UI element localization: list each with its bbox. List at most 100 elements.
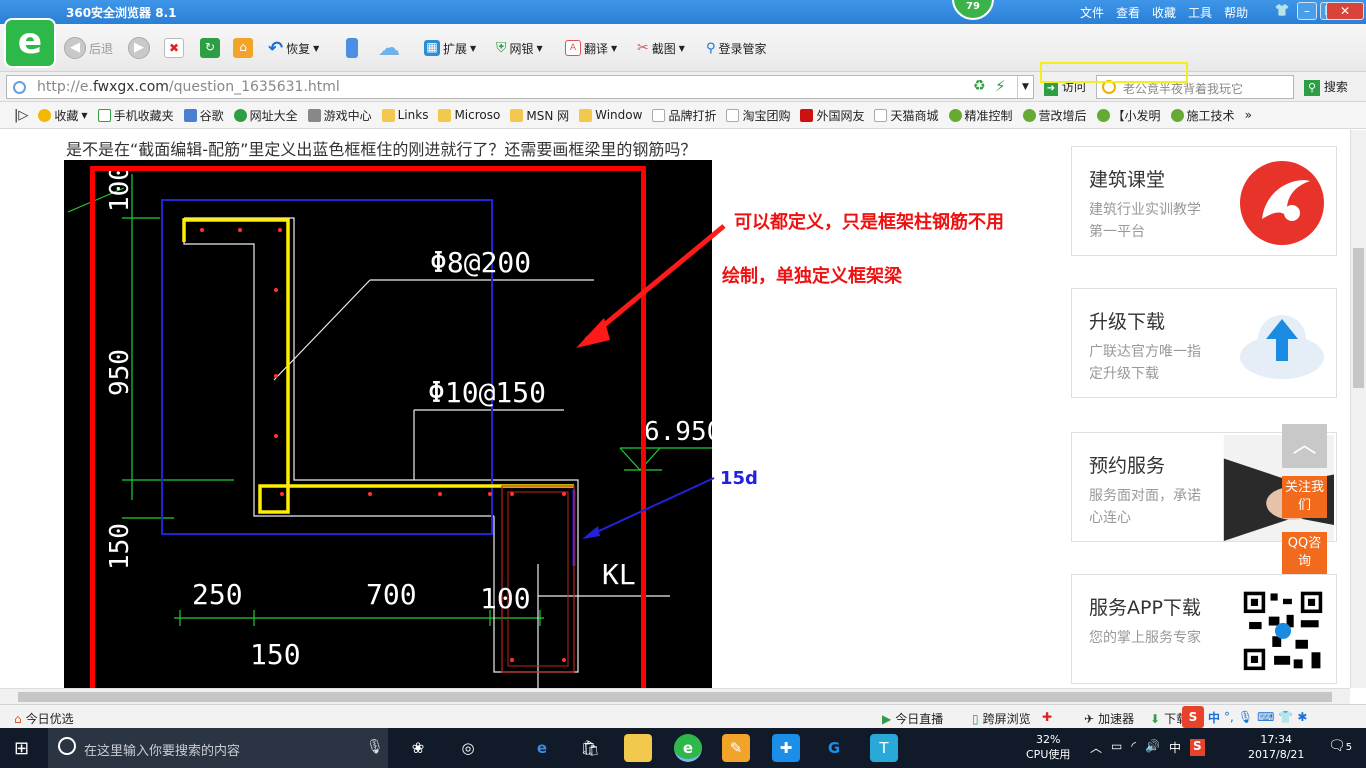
- menu-tools[interactable]: 工具: [1188, 4, 1212, 21]
- chevron-up-icon[interactable]: ︿: [1090, 739, 1102, 756]
- fav-item[interactable]: 收藏 ▼: [38, 107, 88, 124]
- cpu-usage[interactable]: 32% CPU使用: [1026, 732, 1070, 762]
- restore-tab-button[interactable]: ↶ 恢复 ▼: [268, 36, 319, 60]
- medical-icon[interactable]: ✚: [1042, 710, 1052, 724]
- vertical-scrollbar[interactable]: [1350, 130, 1366, 688]
- fav-item[interactable]: Window: [579, 108, 642, 122]
- phone-icon: [346, 38, 358, 58]
- fav-item[interactable]: Links: [381, 108, 428, 122]
- app-swirl-icon[interactable]: ◎: [454, 734, 482, 762]
- cloud-button[interactable]: ☁: [378, 36, 400, 61]
- windows-start-icon[interactable]: ⊞: [14, 738, 29, 759]
- menu-favorites[interactable]: 收藏: [1152, 4, 1176, 21]
- card-building-class[interactable]: 建筑课堂 建筑行业实训教学第一平台: [1071, 146, 1337, 256]
- cross-screen-label: 跨屏浏览: [982, 712, 1031, 726]
- card-app-download[interactable]: 服务APP下载 您的掌上服务专家: [1071, 574, 1337, 684]
- bank-button[interactable]: ⛨ 网银 ▼: [496, 36, 543, 60]
- refresh-button[interactable]: ↻: [200, 36, 220, 60]
- chevron-down-icon[interactable]: ▼: [1017, 76, 1033, 98]
- accelerator[interactable]: ✈ 加速器: [1084, 710, 1134, 727]
- more-favorites-icon[interactable]: »: [1245, 108, 1252, 122]
- extend-button[interactable]: ▦ 扩展 ▼: [424, 36, 476, 60]
- fav-item[interactable]: 淘宝团购: [726, 107, 790, 124]
- notification-badge[interactable]: 79: [952, 0, 994, 20]
- close-button[interactable]: ✕: [1326, 2, 1364, 20]
- sidebar-toggle-icon[interactable]: |▷: [14, 108, 28, 123]
- phone-icon: ▯: [972, 711, 979, 726]
- edge-icon[interactable]: e: [528, 734, 556, 762]
- menu-file[interactable]: 文件: [1080, 4, 1104, 21]
- task-view-icon[interactable]: ❀: [404, 734, 432, 762]
- chevron-down-icon: ▼: [536, 43, 543, 53]
- wifi-icon[interactable]: ◜: [1131, 739, 1136, 756]
- menu-help[interactable]: 帮助: [1224, 4, 1248, 21]
- fav-item[interactable]: 【小发明: [1096, 107, 1161, 124]
- today-live[interactable]: ▶ 今日直播: [882, 710, 943, 727]
- qq-consult-button[interactable]: QQ咨询: [1282, 532, 1327, 574]
- ime-toolbar[interactable]: S 中 °, 🎙 ⌨ 👕 ✱: [1182, 705, 1307, 729]
- card-upgrade-download[interactable]: 升级下载 广联达官方唯一指定升级下载: [1071, 288, 1337, 398]
- key-icon: ⚲: [706, 40, 716, 56]
- store-icon[interactable]: 🛍: [576, 734, 604, 762]
- follow-us-button[interactable]: 关注我们: [1282, 476, 1327, 518]
- fav-item[interactable]: 品牌打折: [652, 107, 716, 124]
- home-button[interactable]: ⌂: [233, 36, 253, 60]
- chat-icon: [1096, 108, 1110, 122]
- translate-label: 翻译: [584, 41, 609, 56]
- recycle-icon[interactable]: ♻: [973, 78, 986, 94]
- punctuation-icon: °,: [1224, 710, 1234, 724]
- fav-item[interactable]: 网址大全: [233, 107, 298, 124]
- app-plus-icon[interactable]: ✚: [772, 734, 800, 762]
- search-button-label: 搜索: [1323, 80, 1348, 94]
- back-button[interactable]: ◀ 后退: [64, 36, 113, 60]
- volume-icon[interactable]: 🔊: [1145, 739, 1160, 756]
- lightning-icon[interactable]: ⚡: [995, 77, 1006, 95]
- fav-item[interactable]: 施工技术: [1170, 107, 1235, 124]
- horizontal-scroll-thumb[interactable]: [18, 692, 1332, 702]
- fav-item[interactable]: Microso: [438, 108, 500, 122]
- fav-item[interactable]: MSN 网: [510, 107, 569, 124]
- shield-icon: ⛨: [496, 40, 507, 56]
- shirt-icon[interactable]: 👕: [1272, 2, 1292, 20]
- menu-view[interactable]: 查看: [1116, 4, 1140, 21]
- search-button[interactable]: ⚲ 搜索: [1304, 78, 1348, 96]
- sogou-tray-icon[interactable]: S: [1189, 739, 1205, 756]
- vertical-scroll-thumb[interactable]: [1353, 248, 1364, 388]
- tools-icon: ✱: [1297, 710, 1308, 724]
- app-t-icon[interactable]: T: [870, 734, 898, 762]
- card-subtitle: 建筑行业实训教学第一平台: [1089, 202, 1201, 240]
- file-explorer-icon[interactable]: [624, 734, 652, 762]
- glodon-app-icon[interactable]: G: [820, 734, 848, 762]
- cross-screen[interactable]: ▯ 跨屏浏览: [972, 710, 1031, 727]
- stop-button[interactable]: ✖: [164, 36, 184, 60]
- clock[interactable]: 17:34 2017/8/21: [1248, 732, 1304, 762]
- browser-360-icon[interactable]: e: [674, 734, 702, 762]
- fav-item[interactable]: 营改增后: [1022, 107, 1087, 124]
- page-icon: [652, 108, 666, 122]
- translate-button[interactable]: A 翻译 ▼: [565, 36, 617, 60]
- page-content: 是不是在“截面编辑-配筋”里定义出蓝色框框住的刚进就行了？还需要画框梁里的钢筋吗…: [0, 130, 1350, 688]
- browser-logo[interactable]: e: [4, 18, 56, 68]
- fav-item[interactable]: 谷歌: [183, 107, 224, 124]
- extend-label: 扩展: [443, 41, 468, 56]
- ime-indicator[interactable]: 中: [1169, 739, 1181, 756]
- forward-button[interactable]: ▶: [128, 36, 150, 60]
- horizontal-scrollbar[interactable]: [0, 688, 1350, 704]
- notification-center-icon[interactable]: 🗨5: [1328, 738, 1352, 754]
- minimize-button[interactable]: –: [1297, 2, 1317, 20]
- network-icon[interactable]: ▭: [1111, 739, 1122, 756]
- taskbar-search-input[interactable]: 在这里输入你要搜索的内容 🎙: [48, 728, 388, 768]
- today-picks[interactable]: ⌂ 今日优选: [14, 710, 74, 727]
- screenshot-button[interactable]: ✂ 截图 ▼: [637, 36, 685, 60]
- back-to-top-button[interactable]: ︿: [1282, 424, 1327, 468]
- fav-item[interactable]: 手机收藏夹: [97, 107, 174, 124]
- fav-item[interactable]: 天猫商城: [874, 107, 939, 124]
- fav-item[interactable]: 外国网友: [800, 107, 864, 124]
- login-manager-button[interactable]: ⚲ 登录管家: [706, 36, 767, 60]
- address-bar[interactable]: http://e.fwxgx.com/question_1635631.html…: [6, 75, 1034, 99]
- notes-app-icon[interactable]: ✎: [722, 734, 750, 762]
- chevron-down-icon: ▼: [678, 43, 685, 53]
- phone-button[interactable]: [346, 36, 358, 60]
- fav-item[interactable]: 游戏中心: [307, 107, 372, 124]
- fav-item[interactable]: 精准控制: [948, 107, 1013, 124]
